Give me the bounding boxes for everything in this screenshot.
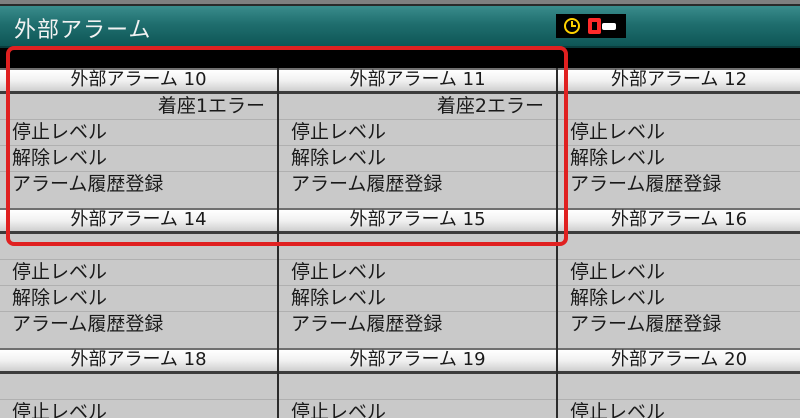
stop-level[interactable]: 停止レベル <box>0 260 277 286</box>
alarm-header[interactable]: 外部アラーム 12 <box>558 68 800 94</box>
alarm-name[interactable] <box>558 374 800 400</box>
alarm-panel-19: 外部アラーム 19 停止レベル <box>279 348 556 418</box>
alarm-name[interactable] <box>558 234 800 260</box>
stop-level[interactable]: 停止レベル <box>279 400 556 418</box>
clock-icon <box>564 18 580 34</box>
release-level[interactable]: 解除レベル <box>0 146 277 172</box>
alarm-header[interactable]: 外部アラーム 19 <box>279 348 556 374</box>
stop-level[interactable]: 停止レベル <box>558 120 800 146</box>
release-level[interactable]: 解除レベル <box>558 286 800 312</box>
alarm-panel-10: 外部アラーム 10 着座1エラー 停止レベル 解除レベル アラーム履歴登録 <box>0 68 277 208</box>
stop-level[interactable]: 停止レベル <box>0 120 277 146</box>
alarm-header[interactable]: 外部アラーム 10 <box>0 68 277 94</box>
stop-level[interactable]: 停止レベル <box>558 260 800 286</box>
alarm-panel-12: 外部アラーム 12 停止レベル 解除レベル アラーム履歴登録 <box>558 68 800 208</box>
alarm-grid: 外部アラーム 10 着座1エラー 停止レベル 解除レベル アラーム履歴登録 外部… <box>0 68 800 418</box>
alarm-panel-18: 外部アラーム 18 停止レベル <box>0 348 277 418</box>
alarm-panel-16: 外部アラーム 16 停止レベル 解除レベル アラーム履歴登録 <box>558 208 800 348</box>
alarm-history-register[interactable]: アラーム履歴登録 <box>558 172 800 198</box>
alarm-history-register[interactable]: アラーム履歴登録 <box>558 312 800 338</box>
release-level[interactable]: 解除レベル <box>279 146 556 172</box>
stop-level[interactable]: 停止レベル <box>0 400 277 418</box>
column-divider <box>277 68 279 418</box>
alarm-panel-14: 外部アラーム 14 停止レベル 解除レベル アラーム履歴登録 <box>0 208 277 348</box>
alarm-history-register[interactable]: アラーム履歴登録 <box>279 312 556 338</box>
alarm-name[interactable] <box>0 234 277 260</box>
window-title: 外部アラーム <box>14 18 152 43</box>
status-icons <box>556 14 626 38</box>
stop-level[interactable]: 停止レベル <box>279 260 556 286</box>
alarm-history-register[interactable]: アラーム履歴登録 <box>0 312 277 338</box>
release-level[interactable]: 解除レベル <box>279 286 556 312</box>
alarm-header[interactable]: 外部アラーム 20 <box>558 348 800 374</box>
alarm-header[interactable]: 外部アラーム 11 <box>279 68 556 94</box>
alarm-name[interactable] <box>279 234 556 260</box>
alarm-header[interactable]: 外部アラーム 18 <box>0 348 277 374</box>
release-level[interactable]: 解除レベル <box>0 286 277 312</box>
key-icon <box>588 18 618 34</box>
column-divider <box>556 68 558 418</box>
alarm-name[interactable] <box>279 374 556 400</box>
alarm-panel-15: 外部アラーム 15 停止レベル 解除レベル アラーム履歴登録 <box>279 208 556 348</box>
alarm-header[interactable]: 外部アラーム 16 <box>558 208 800 234</box>
alarm-name[interactable]: 着座1エラー <box>0 94 277 120</box>
alarm-name[interactable] <box>0 374 277 400</box>
alarm-name[interactable] <box>558 94 800 120</box>
alarm-header[interactable]: 外部アラーム 14 <box>0 208 277 234</box>
alarm-name[interactable]: 着座2エラー <box>279 94 556 120</box>
title-bar: 外部アラーム <box>0 6 800 48</box>
release-level[interactable]: 解除レベル <box>558 146 800 172</box>
alarm-panel-11: 外部アラーム 11 着座2エラー 停止レベル 解除レベル アラーム履歴登録 <box>279 68 556 208</box>
header-spacer <box>0 48 800 68</box>
stop-level[interactable]: 停止レベル <box>279 120 556 146</box>
alarm-header[interactable]: 外部アラーム 15 <box>279 208 556 234</box>
alarm-history-register[interactable]: アラーム履歴登録 <box>0 172 277 198</box>
stop-level[interactable]: 停止レベル <box>558 400 800 418</box>
alarm-panel-20: 外部アラーム 20 停止レベル <box>558 348 800 418</box>
alarm-history-register[interactable]: アラーム履歴登録 <box>279 172 556 198</box>
